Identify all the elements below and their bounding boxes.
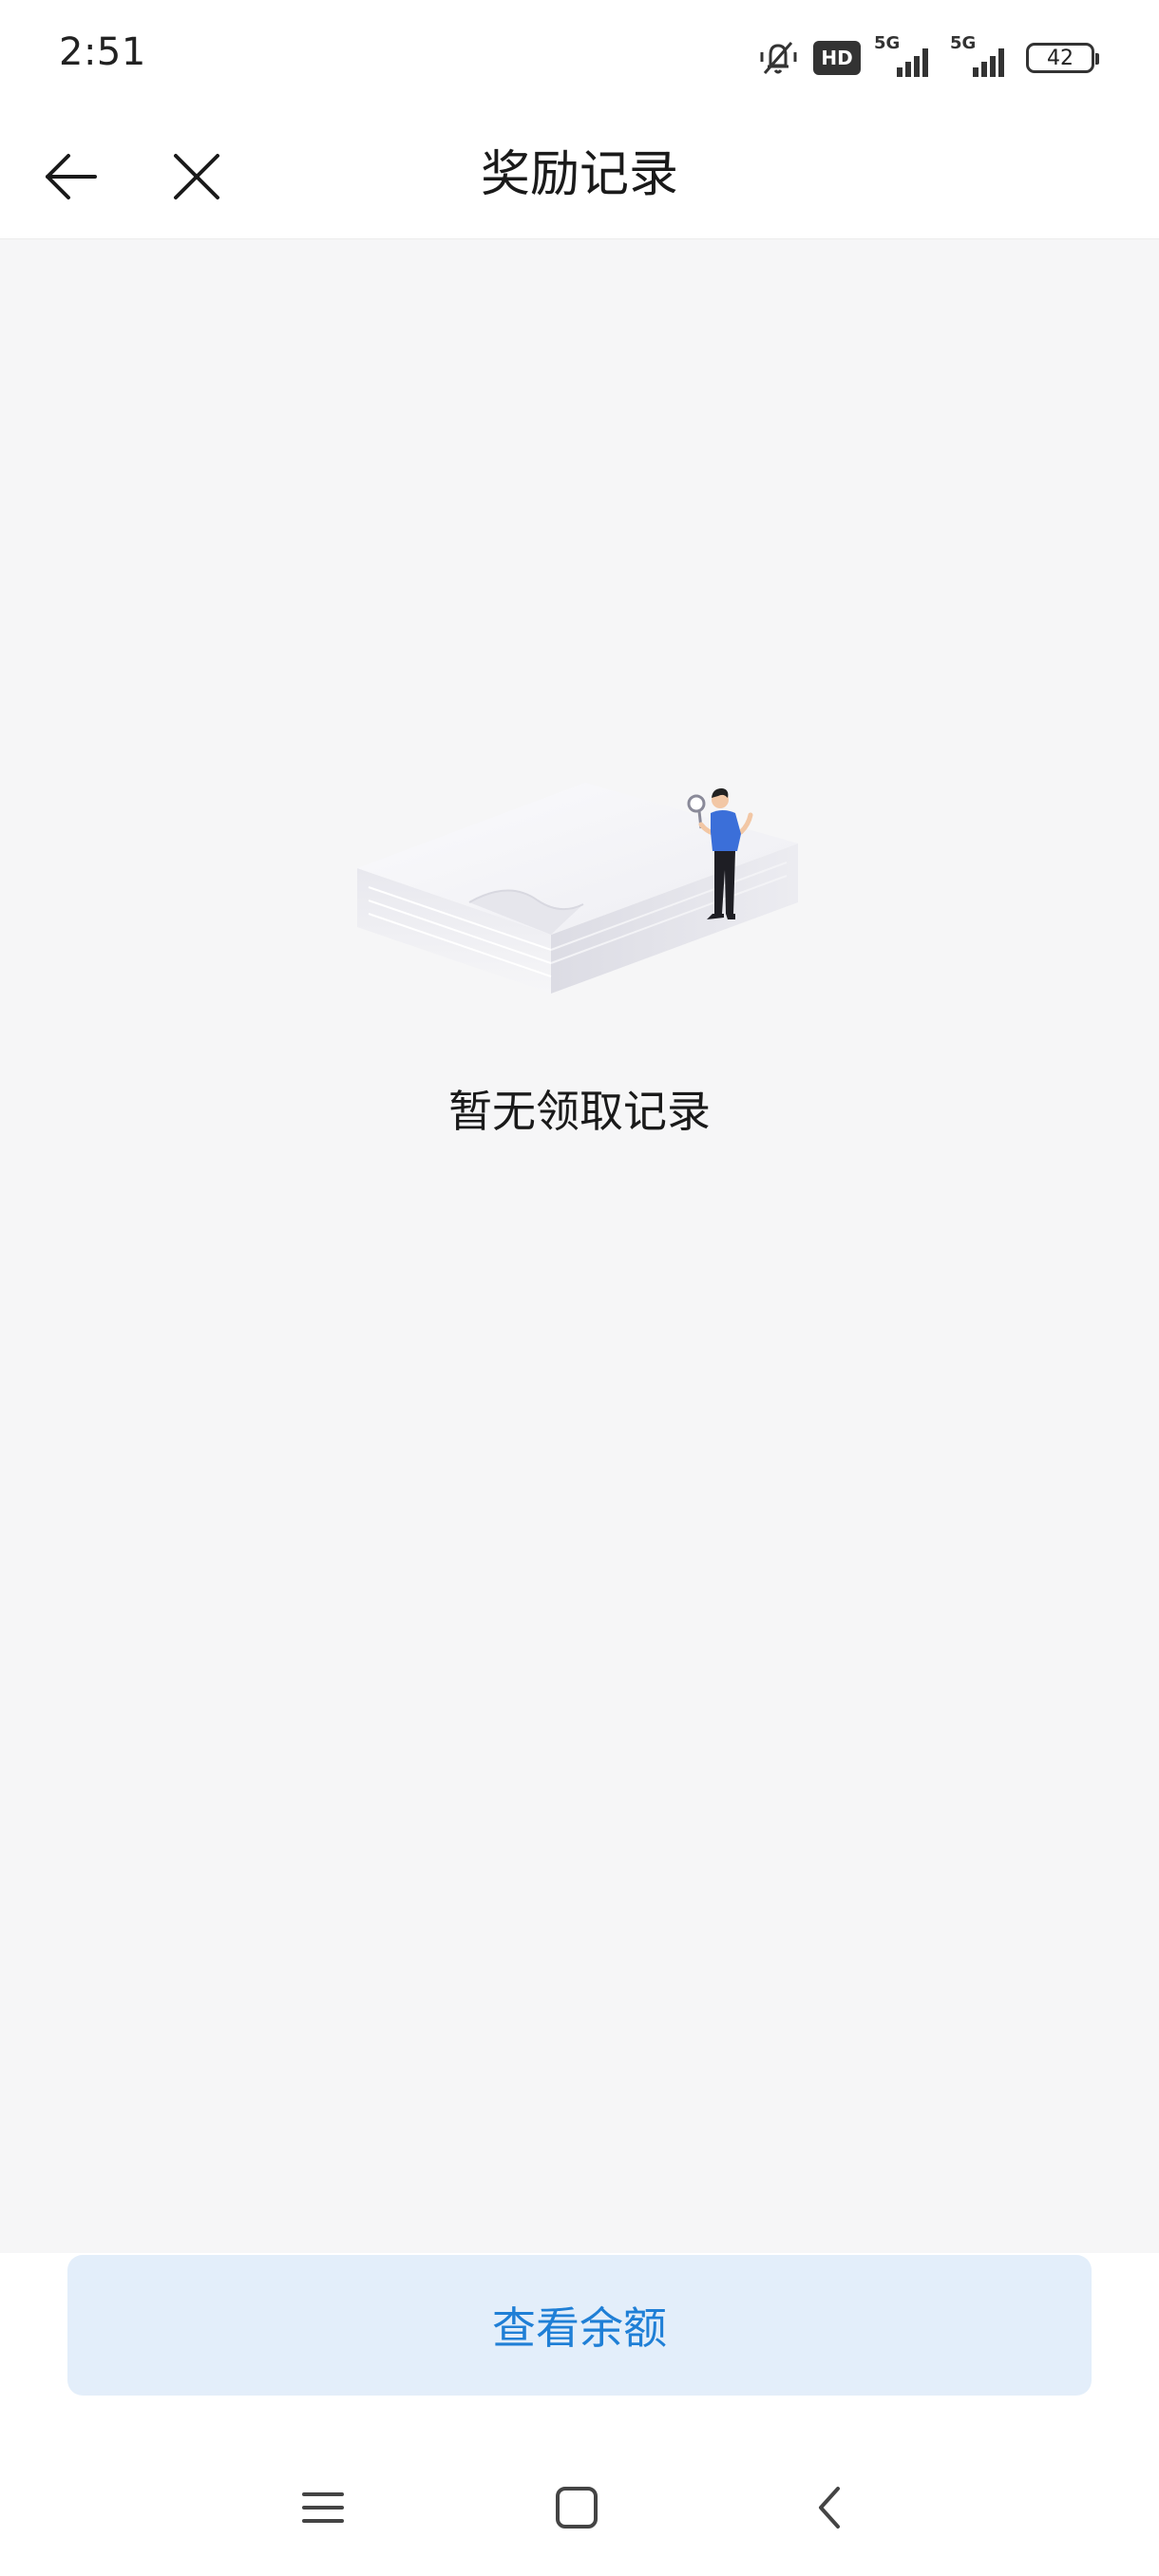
- menu-icon: [302, 2492, 344, 2523]
- title-bar: 奖励记录: [0, 114, 1159, 239]
- empty-records-illustration: [357, 783, 798, 994]
- system-back-button[interactable]: [792, 2470, 868, 2546]
- page-title: 奖励记录: [480, 146, 678, 203]
- battery-icon: 42: [1026, 43, 1099, 73]
- status-bar: 2:51 HD 5G 5G 42: [0, 0, 1159, 114]
- back-icon: [819, 2487, 840, 2529]
- view-balance-button[interactable]: 查看余额: [67, 2255, 1092, 2396]
- status-time: 2:51: [59, 30, 146, 74]
- status-icons: HD 5G 5G 42: [756, 33, 1099, 82]
- empty-state-content: 暂无领取记录: [0, 239, 1159, 2253]
- recent-apps-button[interactable]: [285, 2470, 361, 2546]
- battery-level: 42: [1047, 46, 1074, 70]
- screen: 2:51 HD 5G 5G 42 奖励记录 暂无领取记录 查看余额: [0, 0, 1159, 2576]
- mute-icon: [760, 42, 797, 74]
- home-icon: [556, 2487, 598, 2529]
- empty-message: 暂无领取记录: [448, 1086, 711, 1137]
- signal-5g-icon: 5G: [950, 33, 1013, 79]
- signal-5g-icon: 5G: [874, 33, 937, 79]
- hd-label: HD: [821, 47, 853, 69]
- hd-icon: HD: [813, 41, 861, 75]
- home-button[interactable]: [539, 2470, 615, 2546]
- system-nav-bar: [0, 2432, 1159, 2576]
